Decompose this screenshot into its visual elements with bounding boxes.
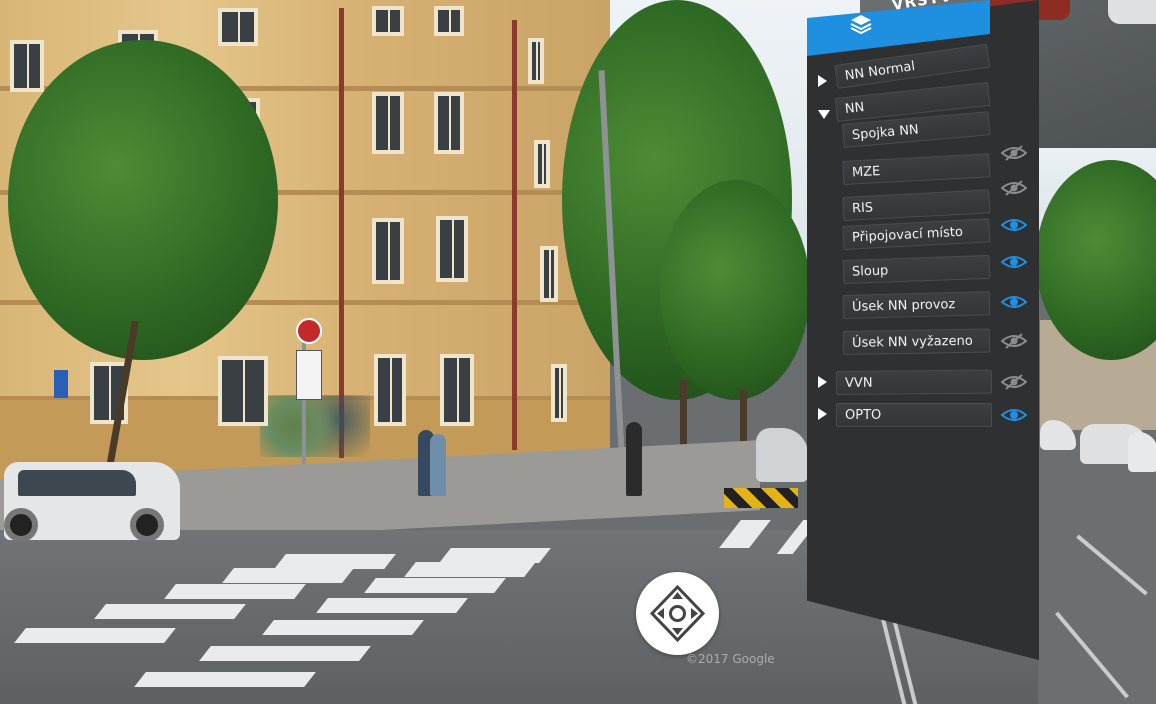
expand-arrow-opto[interactable] [818,408,827,420]
layer-sloup[interactable]: Sloup [842,254,991,284]
parked-car [4,462,180,542]
visibility-eye-icon-mze[interactable] [1001,145,1027,161]
layer-usek-nn-provoz[interactable]: Úsek NN provoz [842,291,991,319]
visibility-eye-icon-usek-nn-vyzazeno[interactable] [1001,333,1027,349]
parking-sign [54,370,68,398]
google-watermark: ©2017 Google [686,652,775,666]
expand-arrow-vvn[interactable] [818,376,827,388]
pan-arrows-icon [649,584,706,643]
visibility-eye-icon-opto[interactable] [1001,407,1027,423]
tree-left [8,40,278,360]
visibility-eye-icon-vvn[interactable] [1001,374,1027,390]
zone-sign [296,350,322,400]
navigation-control[interactable] [636,572,719,655]
no-entry-sign [296,318,322,344]
collapse-arrow-nn[interactable] [818,110,830,119]
visibility-eye-icon-ris[interactable] [1001,180,1027,196]
layers-icon [850,15,872,35]
visibility-eye-icon-usek-nn-provoz[interactable] [1001,294,1027,310]
graffiti [260,395,370,457]
visibility-eye-icon-pripojovaci-misto[interactable] [1001,217,1027,233]
layer-vvn[interactable]: VVN [835,369,993,395]
layer-opto[interactable]: OPTO [836,403,992,427]
road-barrier [724,488,798,508]
visibility-eye-icon-sloup[interactable] [1001,254,1027,270]
layer-usek-nn-vyzazeno[interactable]: Úsek NN vyžazeno [842,328,991,355]
expand-arrow-nn-normal[interactable] [818,75,827,87]
